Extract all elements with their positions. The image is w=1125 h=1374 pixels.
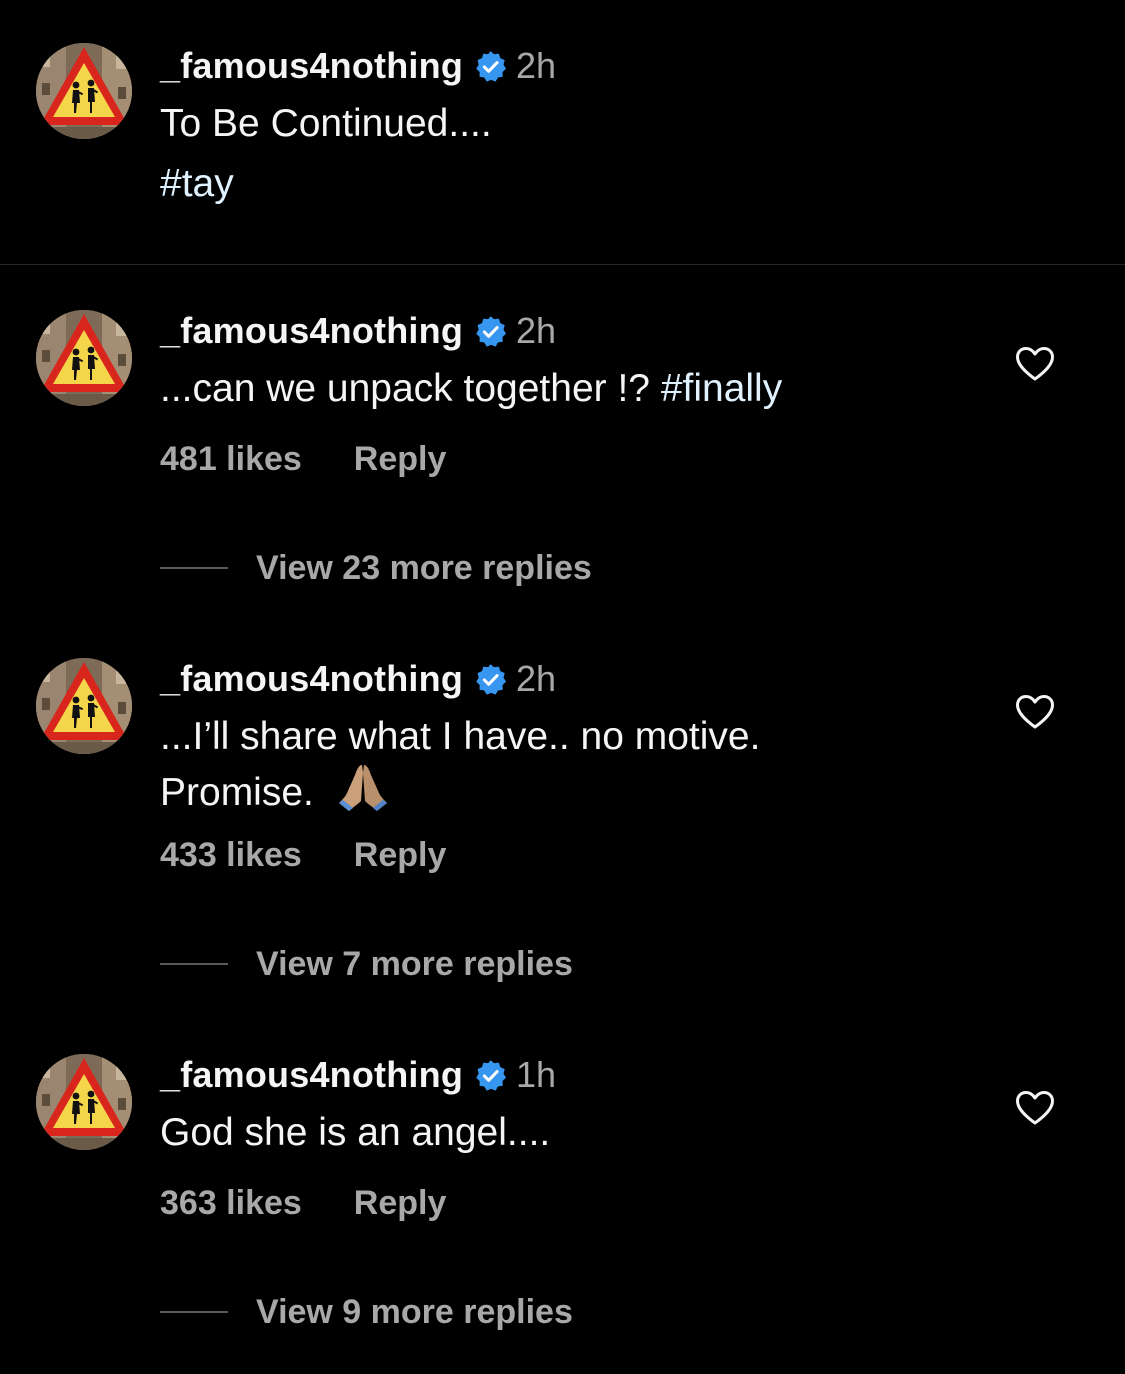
reply-button[interactable]: Reply: [354, 1184, 447, 1223]
username[interactable]: _famous4nothing: [160, 45, 463, 87]
caption-text: To Be Continued.... #tay: [160, 100, 990, 208]
avatar[interactable]: [36, 43, 132, 139]
timestamp: 2h: [516, 310, 557, 351]
comment-header: _famous4nothing 1h: [160, 1053, 556, 1097]
replies-divider: [160, 963, 228, 965]
verified-badge-icon: [474, 50, 507, 83]
view-replies-button[interactable]: View 7 more replies: [160, 942, 573, 986]
caption-line: To Be Continued....: [160, 102, 492, 145]
view-replies-button[interactable]: View 9 more replies: [160, 1290, 573, 1334]
view-replies-label: View 7 more replies: [256, 944, 573, 983]
comment-text: ...I’ll share what I have.. no motive. P…: [160, 713, 860, 817]
comment-meta: 481 likes Reply: [160, 437, 446, 481]
comment-body: ...can we unpack together !?: [160, 367, 661, 410]
likes-count[interactable]: 433 likes: [160, 836, 302, 875]
hashtag-link[interactable]: #tay: [160, 160, 990, 208]
reply-button[interactable]: Reply: [354, 836, 447, 875]
comment-body: God she is an angel....: [160, 1111, 551, 1154]
verified-badge-icon: [474, 315, 507, 348]
heart-outline-icon[interactable]: [1015, 1090, 1055, 1126]
comment-body: ...I’ll share what I have.. no motive. P…: [160, 715, 761, 814]
caption-header: _famous4nothing 2h: [160, 44, 556, 88]
post-caption: _famous4nothing 2h To Be Continued.... #…: [0, 0, 1125, 265]
view-replies-label: View 23 more replies: [256, 548, 592, 587]
username[interactable]: _famous4nothing: [160, 310, 463, 352]
comment-header: _famous4nothing 2h: [160, 309, 556, 353]
comment-text: God she is an angel....: [160, 1109, 990, 1157]
view-replies-label: View 9 more replies: [256, 1292, 573, 1331]
comment-header: _famous4nothing 2h: [160, 657, 556, 701]
comment-meta: 363 likes Reply: [160, 1181, 446, 1225]
view-replies-button[interactable]: View 23 more replies: [160, 546, 592, 590]
comment-meta: 433 likes Reply: [160, 833, 446, 877]
likes-count[interactable]: 481 likes: [160, 440, 302, 479]
comment-text: ...can we unpack together !? #finally: [160, 365, 990, 413]
warning-sign-avatar-icon: [36, 658, 132, 754]
replies-divider: [160, 1311, 228, 1313]
avatar[interactable]: [36, 1054, 132, 1150]
verified-badge-icon: [474, 1059, 507, 1092]
reply-button[interactable]: Reply: [354, 440, 447, 479]
verified-badge-icon: [474, 663, 507, 696]
warning-sign-avatar-icon: [36, 1054, 132, 1150]
avatar[interactable]: [36, 310, 132, 406]
warning-sign-avatar-icon: [36, 43, 132, 139]
username[interactable]: _famous4nothing: [160, 1054, 463, 1096]
replies-divider: [160, 567, 228, 569]
likes-count[interactable]: 363 likes: [160, 1184, 302, 1223]
warning-sign-avatar-icon: [36, 310, 132, 406]
timestamp: 1h: [516, 1054, 557, 1095]
hashtag-link[interactable]: #finally: [661, 367, 782, 410]
heart-outline-icon[interactable]: [1015, 694, 1055, 730]
avatar[interactable]: [36, 658, 132, 754]
username[interactable]: _famous4nothing: [160, 658, 463, 700]
timestamp: 2h: [516, 658, 557, 699]
folded-hands-icon: [335, 761, 391, 813]
timestamp: 2h: [516, 45, 557, 86]
heart-outline-icon[interactable]: [1015, 346, 1055, 382]
